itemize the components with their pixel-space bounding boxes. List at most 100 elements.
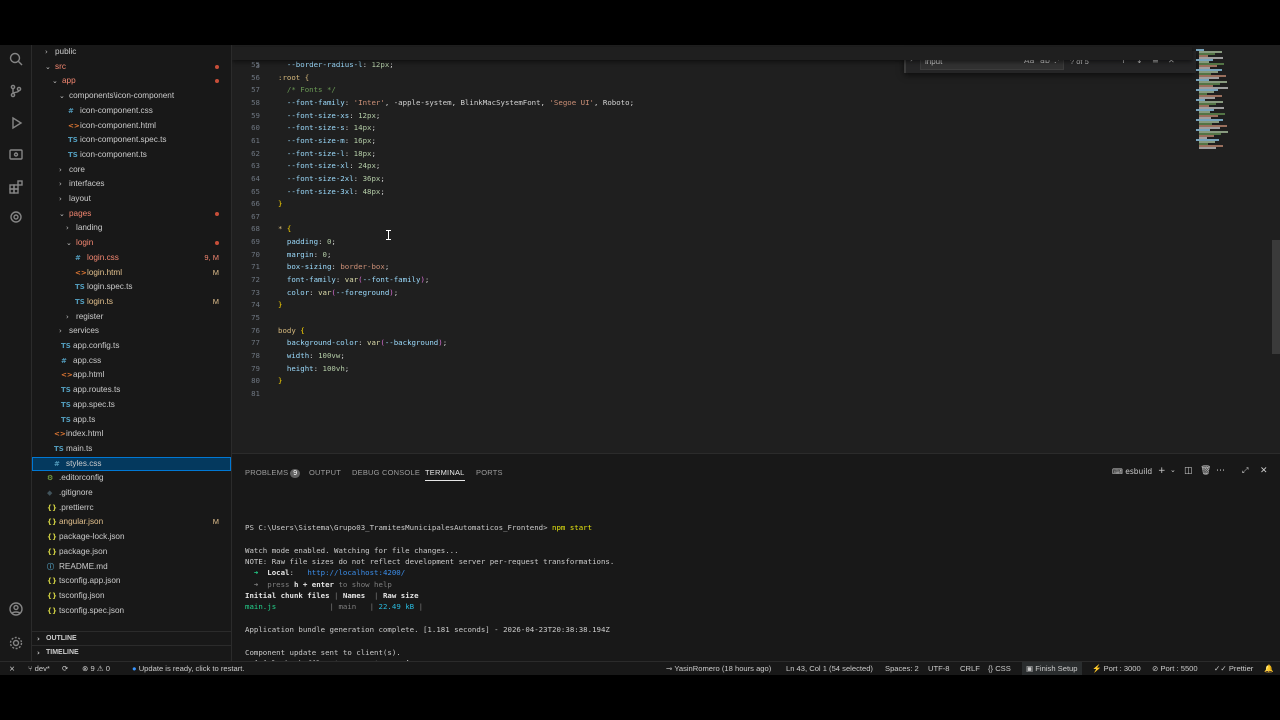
more-actions-icon[interactable]: ⋯: [1216, 466, 1225, 476]
code-token: ;: [424, 275, 430, 285]
file-item[interactable]: # app.css: [32, 354, 231, 369]
code-token: --font-size-2xl: [286, 173, 354, 183]
live-server-port[interactable]: ⊘ Port : 5500: [1152, 662, 1198, 675]
sticky-scroll-line[interactable]: 3 :root {: [232, 47, 1192, 82]
problems-status[interactable]: ⊗ 9 ⚠ 0: [82, 662, 110, 675]
file-item[interactable]: TS icon-component.ts: [32, 148, 231, 163]
notifications-bell-icon[interactable]: 🔔: [1264, 662, 1273, 675]
port-3000[interactable]: ⚡ Port : 3000: [1092, 662, 1141, 675]
run-debug-icon[interactable]: [7, 115, 25, 133]
cursor-position[interactable]: Ln 43, Col 1 (54 selected): [786, 662, 873, 675]
file-item[interactable]: TS app.spec.ts: [32, 398, 231, 413]
account-icon[interactable]: [7, 601, 25, 619]
file-item[interactable]: TS icon-component.spec.ts: [32, 133, 231, 148]
update-status[interactable]: ● Update is ready, click to restart.: [132, 662, 245, 675]
encoding[interactable]: UTF-8: [928, 662, 950, 675]
panel-tab-terminal[interactable]: TERMINAL: [425, 468, 465, 481]
file-item[interactable]: {} tsconfig.json: [32, 589, 231, 604]
file-item[interactable]: TS main.ts: [32, 442, 231, 457]
docker-icon[interactable]: [7, 209, 25, 227]
folder-item[interactable]: ⌄ login: [32, 236, 231, 251]
file-item[interactable]: TS app.ts: [32, 413, 231, 428]
code-token: 'Segoe UI': [549, 97, 594, 107]
warning-icon: ⚠: [94, 664, 106, 673]
line-text: }: [278, 299, 282, 312]
folder-item[interactable]: › layout: [32, 192, 231, 207]
split-terminal-icon[interactable]: ◫: [1184, 466, 1193, 476]
settings-gear-icon[interactable]: [7, 635, 25, 653]
folder-item[interactable]: ⌄ pages: [32, 207, 231, 222]
chevron-right-icon: ›: [59, 327, 62, 336]
git-blame-status[interactable]: ⊸ YasinRomero (18 hours ago): [666, 662, 771, 675]
problem-dot-icon: [215, 79, 219, 84]
file-item[interactable]: ⚙ .editorconfig: [32, 471, 231, 486]
language-mode[interactable]: {} CSS: [988, 662, 1011, 675]
sync-icon[interactable]: ⟳: [62, 662, 68, 675]
prettier-status[interactable]: ✓✓ Prettier: [1214, 662, 1253, 675]
file-item[interactable]: # login.css 9, M: [32, 251, 231, 266]
extensions-icon[interactable]: [7, 179, 25, 197]
terminal-instance[interactable]: ⌨ esbuild: [1112, 467, 1152, 476]
file-item[interactable]: <> login.html M: [32, 266, 231, 281]
panel-tab-output[interactable]: OUTPUT: [309, 468, 341, 477]
new-terminal-icon[interactable]: +: [1158, 466, 1166, 476]
maximize-panel-icon[interactable]: ⤢: [1242, 466, 1248, 476]
file-item[interactable]: {} angular.json M: [32, 515, 231, 530]
file-item[interactable]: {} .prettierrc: [32, 501, 231, 516]
terminal-line: ➜ press h + enter to show help: [245, 579, 392, 590]
file-item[interactable]: TS app.config.ts: [32, 339, 231, 354]
folder-item[interactable]: ⌄ app: [32, 74, 231, 89]
outline-section[interactable]: › OUTLINE: [32, 631, 231, 645]
file-item[interactable]: # styles.css: [32, 456, 231, 472]
minimap[interactable]: [1196, 49, 1272, 169]
remote-explorer-icon[interactable]: [7, 147, 25, 165]
file-item[interactable]: ◆ .gitignore: [32, 486, 231, 501]
panel-tab-debug-console[interactable]: DEBUG CONSOLE: [352, 468, 420, 477]
folder-item[interactable]: › register: [32, 310, 231, 325]
file-item[interactable]: TS app.routes.ts: [32, 383, 231, 398]
source-control-icon[interactable]: [7, 83, 25, 101]
file-item[interactable]: {} package.json: [32, 545, 231, 560]
line-ending[interactable]: CRLF: [960, 662, 980, 675]
activity-bar: [0, 45, 32, 661]
code-token: --border-radius-l: [286, 60, 363, 69]
file-item[interactable]: TS login.spec.ts: [32, 280, 231, 295]
folder-item[interactable]: › landing: [32, 221, 231, 236]
panel-tab-problems[interactable]: PROBLEMS 9: [245, 468, 301, 478]
folder-item[interactable]: ⌄ src: [32, 60, 231, 75]
code-token: --font-size-s: [286, 123, 345, 133]
terminal-text: Initial chunk files: [245, 591, 330, 601]
file-item[interactable]: <> icon-component.html: [32, 119, 231, 134]
file-item[interactable]: <> app.html: [32, 368, 231, 383]
trash-icon[interactable]: 🗑: [1200, 466, 1211, 476]
file-item[interactable]: {} tsconfig.app.json: [32, 574, 231, 589]
terminal-text: Component update sent to client(s).: [245, 647, 401, 657]
search-icon[interactable]: [7, 51, 25, 69]
folder-item[interactable]: › public: [32, 45, 231, 60]
file-item[interactable]: ⓘ README.md: [32, 560, 231, 575]
indentation[interactable]: Spaces: 2: [885, 662, 919, 675]
close-panel-icon[interactable]: ✕: [1260, 466, 1268, 476]
file-item[interactable]: TS login.ts M: [32, 295, 231, 310]
file-item[interactable]: <> index.html: [32, 427, 231, 442]
panel-tab-ports[interactable]: PORTS: [476, 468, 503, 477]
line-text: color: var(--foreground);: [278, 287, 398, 300]
remote-indicator-icon[interactable]: ⨯: [0, 662, 24, 675]
chevron-down-icon[interactable]: ⌄: [1170, 466, 1176, 474]
terminal-text: |: [365, 591, 383, 601]
folder-item[interactable]: › core: [32, 163, 231, 178]
branch-status[interactable]: ⑂ dev*: [28, 662, 50, 675]
file-item[interactable]: {} package-lock.json: [32, 530, 231, 545]
vertical-scrollbar[interactable]: [1272, 240, 1280, 354]
folder-item[interactable]: ⌄ components\icon-component: [32, 89, 231, 104]
line-number: 76: [251, 325, 260, 335]
timeline-section[interactable]: › TIMELINE: [32, 645, 231, 659]
folder-item[interactable]: › interfaces: [32, 177, 231, 192]
file-item[interactable]: {} tsconfig.spec.json: [32, 604, 231, 619]
terminal-text: :: [289, 568, 308, 578]
code-editor[interactable]: 3 :root { 55 --border-radius-l: 12px;565…: [232, 45, 1280, 453]
code-token: :: [344, 148, 354, 158]
folder-item[interactable]: › services: [32, 324, 231, 339]
file-item[interactable]: # icon-component.css: [32, 104, 231, 119]
finish-setup[interactable]: ▣ Finish Setup: [1022, 662, 1082, 675]
